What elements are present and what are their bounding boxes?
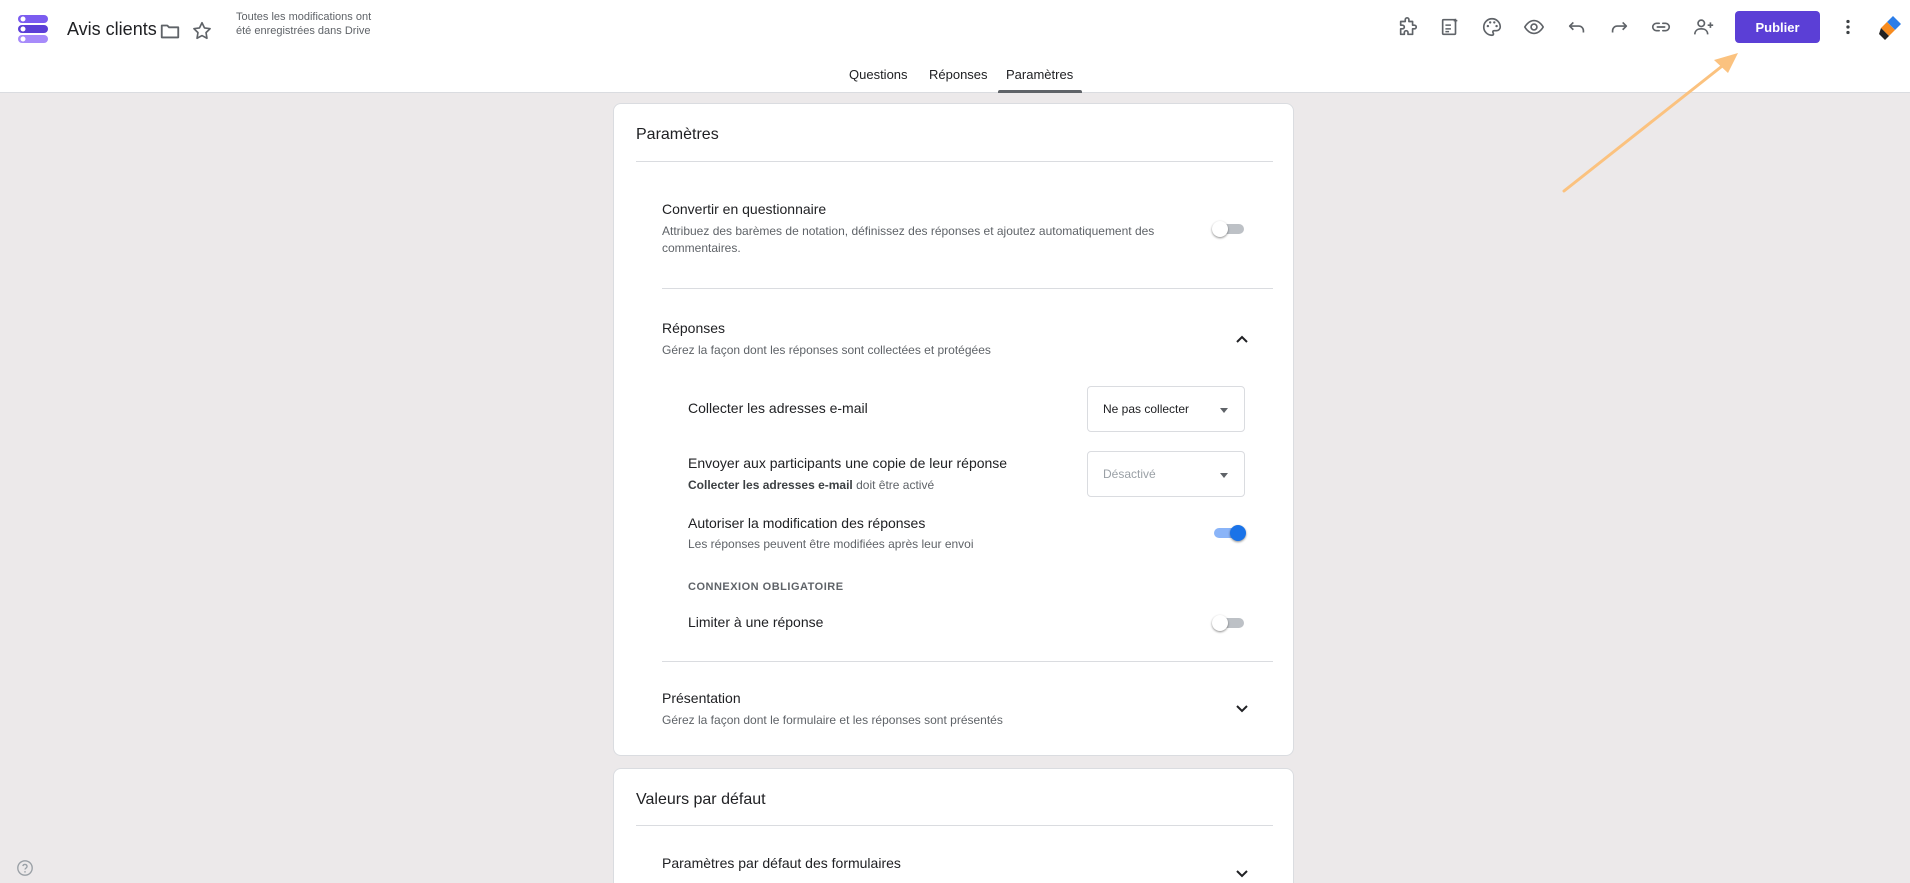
send-copy-select[interactable]: Désactivé <box>1087 451 1245 497</box>
dropdown-arrow-icon <box>1220 473 1228 478</box>
save-status: Toutes les modifications ont été enregis… <box>236 11 372 37</box>
star-icon[interactable] <box>190 19 214 43</box>
divider <box>662 288 1273 289</box>
divider <box>636 825 1273 826</box>
tab-responses[interactable]: Réponses <box>929 67 988 90</box>
presentation-title: Présentation <box>662 690 741 706</box>
defaults-card: Valeurs par défaut Paramètres par défaut… <box>613 768 1294 883</box>
collect-email-label: Collecter les adresses e-mail <box>688 400 868 416</box>
dropdown-arrow-icon <box>1220 408 1228 413</box>
collect-email-value: Ne pas collecter <box>1103 402 1190 416</box>
login-required-heading: CONNEXION OBLIGATOIRE <box>688 581 844 593</box>
allow-edit-toggle[interactable] <box>1212 524 1246 542</box>
limit-one-toggle[interactable] <box>1212 614 1246 632</box>
active-tab-indicator <box>998 90 1082 93</box>
send-copy-value: Désactivé <box>1103 467 1156 481</box>
tab-questions[interactable]: Questions <box>849 67 908 90</box>
undo-icon[interactable] <box>1565 15 1589 39</box>
send-copy-note-rest: doit être activé <box>852 478 935 492</box>
defaults-card-title: Valeurs par défaut <box>636 791 766 808</box>
customize-icon[interactable] <box>1438 15 1462 39</box>
add-collaborator-icon[interactable] <box>1692 15 1716 39</box>
palette-icon[interactable] <box>1480 15 1504 39</box>
chevron-down-icon[interactable] <box>1232 863 1252 883</box>
tab-settings[interactable]: Paramètres <box>1006 67 1073 90</box>
responses-section-title: Réponses <box>662 320 726 336</box>
folder-icon[interactable] <box>158 19 182 43</box>
divider <box>662 661 1273 662</box>
preview-icon[interactable] <box>1522 15 1546 39</box>
divider <box>636 161 1273 162</box>
form-title[interactable]: Avis clients <box>67 19 157 40</box>
settings-card-title: Paramètres <box>636 126 719 143</box>
send-copy-note-bold: Collecter les adresses e-mail <box>688 478 853 492</box>
responses-section-description: Gérez la façon dont les réponses sont co… <box>662 343 991 357</box>
link-icon[interactable] <box>1649 15 1673 39</box>
limit-one-label: Limiter à une réponse <box>688 614 824 630</box>
forms-logo[interactable] <box>18 14 48 44</box>
publish-button[interactable]: Publier <box>1735 11 1820 43</box>
header: Avis clients Toutes les modifications on… <box>0 0 1910 93</box>
quiz-title: Convertir en questionnaire <box>662 201 827 217</box>
more-vert-icon[interactable] <box>1836 15 1860 39</box>
allow-edit-label: Autoriser la modification des réponses <box>688 515 926 531</box>
presentation-description: Gérez la façon dont le formulaire et les… <box>662 713 1003 727</box>
redo-icon[interactable] <box>1607 15 1631 39</box>
form-defaults-title: Paramètres par défaut des formulaires <box>662 855 901 871</box>
chevron-up-icon[interactable] <box>1232 329 1252 349</box>
allow-edit-description: Les réponses peuvent être modifiées aprè… <box>688 537 974 551</box>
help-icon[interactable] <box>16 859 34 877</box>
send-copy-note: Collecter les adresses e-mail doit être … <box>688 477 934 494</box>
quiz-description: Attribuez des barèmes de notation, défin… <box>662 224 1155 255</box>
addon-icon[interactable] <box>1396 15 1420 39</box>
settings-card: Paramètres Convertir en questionnaire At… <box>613 103 1294 756</box>
app-logo[interactable] <box>1877 14 1905 42</box>
send-copy-label: Envoyer aux participants une copie de le… <box>688 455 1008 471</box>
collect-email-select[interactable]: Ne pas collecter <box>1087 386 1245 432</box>
tab-bar: Questions Réponses Paramètres <box>0 62 1910 93</box>
quiz-toggle[interactable] <box>1212 220 1246 238</box>
chevron-down-icon[interactable] <box>1232 698 1252 718</box>
